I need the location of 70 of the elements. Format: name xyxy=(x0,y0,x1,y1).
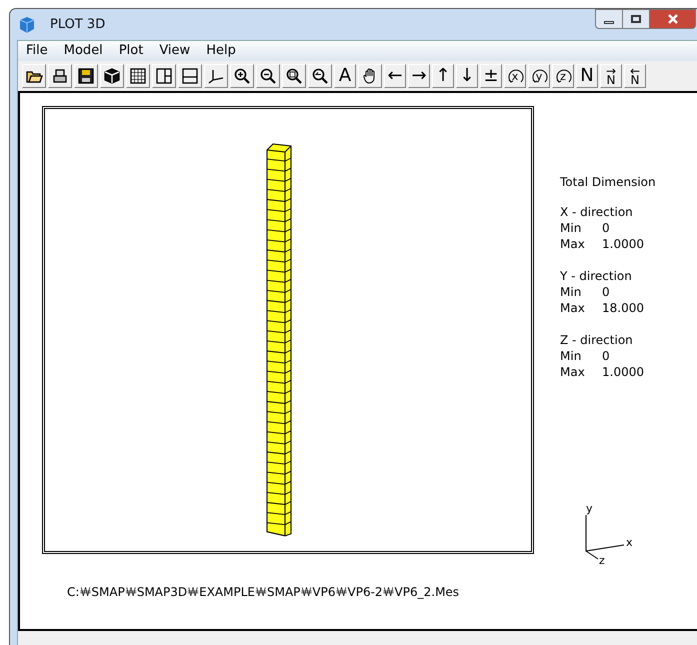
toolbar-button[interactable]: ↑ xyxy=(432,64,454,88)
max-value: 18.000 xyxy=(602,300,644,316)
magnifier-icon xyxy=(285,67,303,85)
close-icon xyxy=(668,14,678,24)
max-label: Max xyxy=(560,300,586,316)
toolbar-button[interactable] xyxy=(100,64,124,88)
toolbar-button[interactable]: → xyxy=(408,64,430,88)
rotate-button[interactable]: x xyxy=(504,64,526,88)
toolbar-button[interactable]: ± xyxy=(480,64,502,88)
min-label: Min xyxy=(560,220,582,236)
grid-icon xyxy=(129,67,147,85)
min-value: 0 xyxy=(602,284,610,300)
axes-icon xyxy=(207,67,225,85)
max-value: 1.0000 xyxy=(602,236,644,252)
toolbar-button[interactable]: ↓ xyxy=(456,64,478,88)
toolbar-button[interactable] xyxy=(282,64,306,88)
menu-item[interactable]: Help xyxy=(206,41,236,61)
min-label: Min xyxy=(560,348,582,364)
direction-heading: Y - direction xyxy=(560,268,633,284)
toolbar-button[interactable] xyxy=(230,64,254,88)
rotate-arrow-icon xyxy=(507,67,525,85)
axis-label: x xyxy=(626,537,633,548)
rotate-arrow-icon xyxy=(555,67,573,85)
magnifier-icon xyxy=(311,67,329,85)
split-panel-icon xyxy=(181,67,199,85)
toolbar-button[interactable]: N xyxy=(576,64,598,88)
menu-item[interactable]: File xyxy=(26,41,48,61)
menu-item[interactable]: View xyxy=(159,41,190,61)
toolbar-button[interactable] xyxy=(178,64,202,88)
toolbar-button[interactable] xyxy=(152,64,176,88)
direction-heading: X - direction xyxy=(560,204,634,220)
toolbar-button[interactable] xyxy=(22,64,46,88)
toolbar-button[interactable]: A xyxy=(334,64,356,88)
split-panel-icon xyxy=(155,67,173,85)
toolbar-button[interactable]: → N xyxy=(600,64,622,88)
printer-icon xyxy=(51,67,69,85)
toolbar-button[interactable] xyxy=(256,64,280,88)
toolbar-button[interactable] xyxy=(48,64,72,88)
minimize-button[interactable] xyxy=(595,9,623,29)
toolbar-button[interactable] xyxy=(74,64,98,88)
cube-icon xyxy=(18,16,36,34)
info-title: Total Dimension xyxy=(560,174,657,190)
min-value: 0 xyxy=(602,348,610,364)
toolbar-button[interactable] xyxy=(126,64,150,88)
zoom-out-icon xyxy=(259,67,277,85)
axis-label: z xyxy=(599,555,605,566)
toolbar-button[interactable]: ← xyxy=(384,64,406,88)
axis-label: y xyxy=(586,503,593,514)
max-value: 1.0000 xyxy=(602,364,644,380)
window-title: PLOT 3D xyxy=(50,16,106,34)
menu-item[interactable]: Plot xyxy=(118,41,144,61)
file-path: C:￦SMAP￦SMAP3D￦EXAMPLE￦SMAP￦VP6￦VP6-2￦VP6_2.Mes xyxy=(67,584,460,601)
toolbar-button[interactable]: ← N xyxy=(624,64,646,88)
toolbar-button[interactable] xyxy=(358,64,382,88)
toolbar-button[interactable] xyxy=(308,64,332,88)
rotate-arrow-icon xyxy=(531,67,549,85)
toolbar-button[interactable] xyxy=(204,64,228,88)
max-label: Max xyxy=(560,364,586,380)
direction-heading: Z - direction xyxy=(560,332,634,348)
save-icon xyxy=(77,67,95,85)
rotate-button[interactable]: z xyxy=(552,64,574,88)
menu-item[interactable]: Model xyxy=(64,41,103,61)
min-label: Min xyxy=(560,284,582,300)
min-value: 0 xyxy=(602,220,610,236)
cube-icon xyxy=(103,67,121,85)
rotate-button[interactable]: y xyxy=(528,64,550,88)
maximize-button[interactable] xyxy=(623,9,650,29)
max-label: Max xyxy=(560,236,586,252)
close-button[interactable] xyxy=(650,9,696,29)
zoom-in-icon xyxy=(233,67,251,85)
